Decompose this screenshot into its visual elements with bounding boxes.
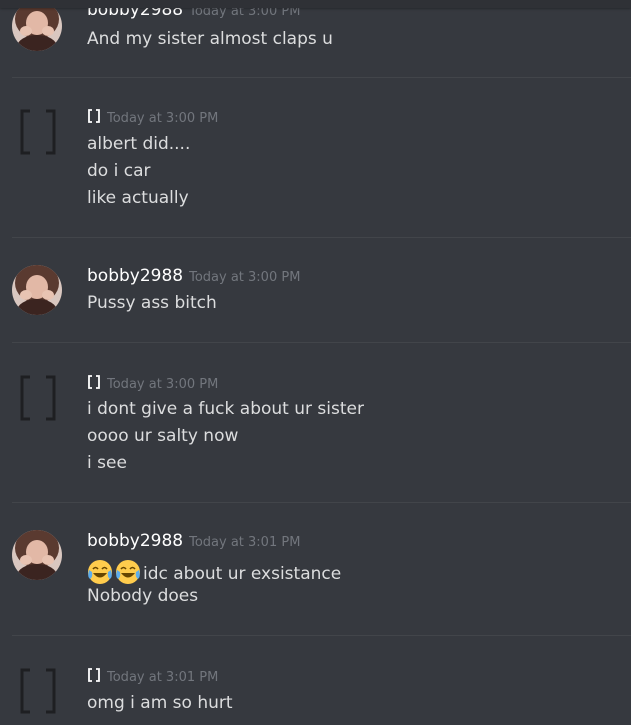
message-text: And my sister almost claps u xyxy=(87,29,333,49)
message-header: Today at 3:00 PM xyxy=(87,372,218,396)
message-header: bobby2988 Today at 3:01 PM xyxy=(87,530,300,554)
timestamp[interactable]: Today at 3:01 PM xyxy=(189,535,300,550)
avatar[interactable] xyxy=(12,1,62,51)
joy-emoji[interactable] xyxy=(87,559,113,585)
message-header: bobby2988 Today at 3:00 PM xyxy=(87,265,300,289)
bracket-avatar-icon[interactable] xyxy=(18,375,58,421)
bracket-name-icon[interactable] xyxy=(87,109,101,123)
timestamp[interactable]: Today at 3:00 PM xyxy=(107,111,218,126)
message-header: Today at 3:00 PM xyxy=(87,106,218,130)
message-text: Pussy ass bitch xyxy=(87,293,217,313)
message-text: omg i am so hurt xyxy=(87,693,233,713)
message-text: i see xyxy=(87,453,127,473)
joy-emoji[interactable] xyxy=(115,559,141,585)
message-text: idc about ur exsistance xyxy=(143,564,342,584)
message-divider xyxy=(12,342,631,343)
bracket-name-icon[interactable] xyxy=(87,668,101,682)
message-text: like actually xyxy=(87,188,189,208)
message-divider xyxy=(12,237,631,238)
timestamp[interactable]: Today at 3:01 PM xyxy=(107,670,218,685)
bracket-avatar-icon[interactable] xyxy=(18,109,58,155)
message-divider xyxy=(12,77,631,78)
message-text: oooo ur salty now xyxy=(87,426,239,446)
timestamp[interactable]: Today at 3:00 PM xyxy=(189,270,300,285)
message-text: do i car xyxy=(87,161,151,181)
username[interactable]: bobby2988 xyxy=(87,266,183,286)
avatar[interactable] xyxy=(12,265,62,315)
message-divider xyxy=(12,502,631,503)
bracket-avatar-icon[interactable] xyxy=(18,668,58,714)
avatar[interactable] xyxy=(12,530,62,580)
message-divider xyxy=(12,635,631,636)
timestamp[interactable]: Today at 3:00 PM xyxy=(107,377,218,392)
chat-messages-pane[interactable]: bobby2988 Today at 3:00 PM And my sister … xyxy=(0,0,631,725)
message-text: Nobody does xyxy=(87,586,199,606)
message-text: albert did.... xyxy=(87,134,191,154)
message-header: Today at 3:01 PM xyxy=(87,665,218,689)
username[interactable]: bobby2988 xyxy=(87,531,183,551)
channel-header-edge xyxy=(0,0,631,8)
bracket-name-icon[interactable] xyxy=(87,375,101,389)
message-text: i dont give a fuck about ur sister xyxy=(87,399,364,419)
message-text-with-emoji: idc about ur exsistance xyxy=(87,559,341,585)
